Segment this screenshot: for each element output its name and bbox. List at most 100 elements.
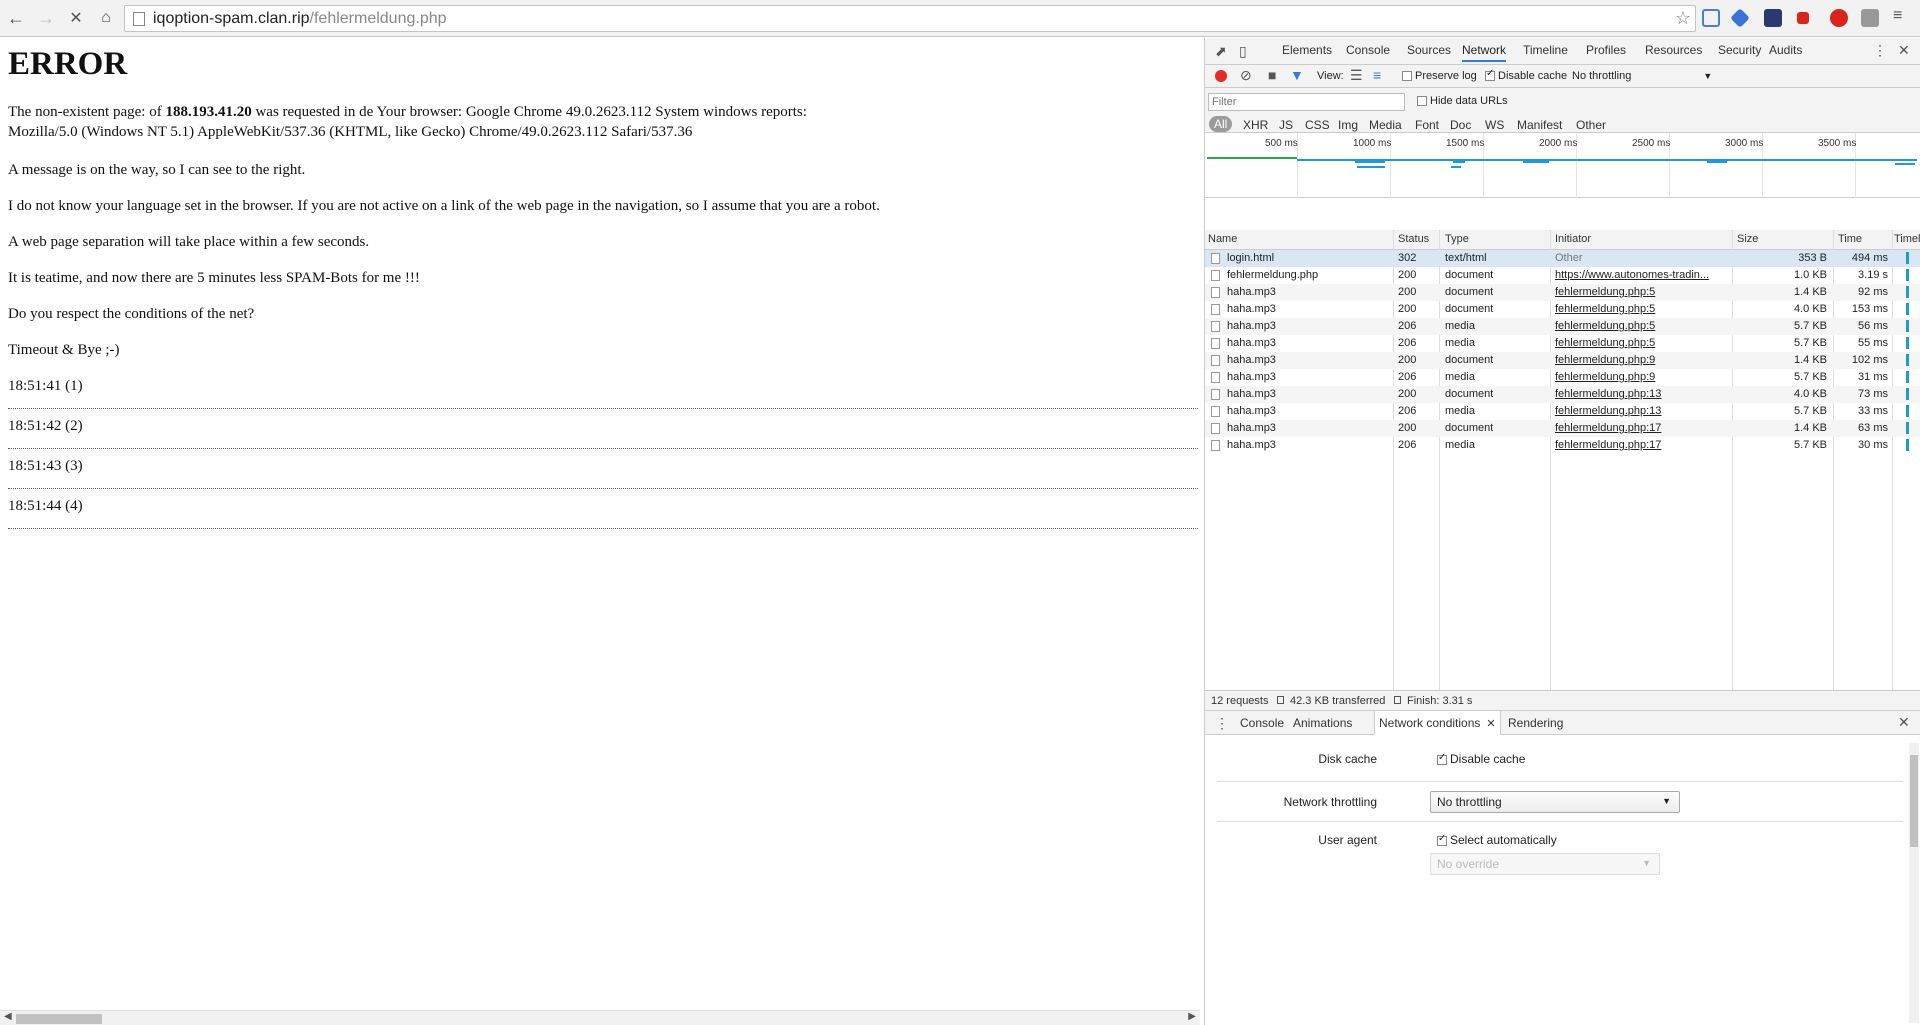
checkbox-icon[interactable] — [1402, 71, 1412, 82]
disable-cache-checkbox[interactable]: Disable cache — [1485, 68, 1567, 82]
request-initiator-link[interactable]: https://www.autonomes-tradin... — [1555, 269, 1727, 281]
request-initiator-link[interactable]: fehlermeldung.php:5 — [1555, 337, 1727, 349]
tab-resources[interactable]: Resources — [1645, 43, 1702, 57]
close-icon[interactable]: ✕ — [1898, 42, 1910, 59]
filter-icon[interactable]: ▼ — [1290, 67, 1304, 83]
forward-arrow-icon[interactable]: → — [32, 4, 60, 32]
column-initiator[interactable]: Initiator — [1555, 233, 1591, 245]
stop-icon[interactable]: ✕ — [62, 4, 90, 32]
tab-audits[interactable]: Audits — [1769, 43, 1802, 57]
type-filter-css[interactable]: CSS — [1305, 118, 1330, 132]
checkbox-icon[interactable] — [1437, 833, 1447, 846]
drawer-tab-animations[interactable]: Animations — [1293, 716, 1352, 730]
tab-timeline[interactable]: Timeline — [1523, 43, 1568, 57]
request-row[interactable]: haha.mp3 206 media fehlermeldung.php:9 5… — [1205, 369, 1920, 386]
address-bar[interactable]: iqoption-spam.clan.rip/fehlermeldung.php… — [124, 5, 1696, 32]
checkbox-icon[interactable] — [1485, 68, 1495, 82]
scroll-right-icon[interactable]: ▶ — [1188, 1011, 1196, 1022]
request-row[interactable]: haha.mp3 200 document fehlermeldung.php:… — [1205, 420, 1920, 437]
adblock-icon[interactable] — [1830, 9, 1848, 27]
type-filter-js[interactable]: JS — [1279, 118, 1293, 132]
drawer-tab-network-conditions[interactable]: Network conditions ✕ — [1374, 711, 1501, 735]
tab-console[interactable]: Console — [1346, 43, 1390, 57]
column-name[interactable]: Name — [1208, 233, 1237, 245]
type-filter-font[interactable]: Font — [1415, 118, 1439, 132]
tab-security[interactable]: Security — [1718, 43, 1761, 57]
extension-icon-1[interactable] — [1702, 9, 1720, 27]
request-row[interactable]: fehlermeldung.php 200 document https://w… — [1205, 267, 1920, 284]
request-row[interactable]: haha.mp3 200 document fehlermeldung.php:… — [1205, 301, 1920, 318]
extension-icon-2[interactable] — [1730, 8, 1750, 28]
horizontal-scrollbar[interactable]: ◀ ▶ — [0, 1010, 1200, 1025]
overview-icon[interactable]: ≡ — [1373, 67, 1381, 83]
more-icon[interactable]: ⋮ — [1873, 42, 1887, 59]
column-timeline[interactable]: Timeline — [1894, 233, 1920, 245]
drawer-menu-icon[interactable]: ⋮ — [1215, 715, 1229, 732]
throttling-select[interactable]: No throttling ▼ — [1572, 70, 1712, 82]
tab-elements[interactable]: Elements — [1282, 43, 1332, 57]
request-row[interactable]: haha.mp3 200 document fehlermeldung.php:… — [1205, 352, 1920, 369]
close-drawer-icon[interactable]: ✕ — [1898, 714, 1910, 731]
record-icon[interactable] — [1215, 70, 1227, 82]
drawer-tab-rendering[interactable]: Rendering — [1508, 716, 1563, 730]
home-icon[interactable]: ⌂ — [92, 4, 120, 32]
request-initiator-link[interactable]: fehlermeldung.php:17 — [1555, 422, 1727, 434]
scroll-thumb[interactable] — [16, 1014, 102, 1024]
extension-icon-3[interactable] — [1764, 9, 1782, 27]
request-initiator-link[interactable]: fehlermeldung.php:5 — [1555, 303, 1727, 315]
menu-icon[interactable]: ≡ — [1893, 8, 1907, 24]
preserve-log-checkbox[interactable]: Preserve log — [1402, 70, 1477, 82]
close-tab-icon[interactable]: ✕ — [1486, 718, 1495, 730]
request-row[interactable]: haha.mp3 206 media fehlermeldung.php:13 … — [1205, 403, 1920, 420]
network-overview[interactable]: 500 ms 1000 ms 1500 ms 2000 ms 2500 ms 3… — [1205, 133, 1920, 198]
hide-data-urls-checkbox[interactable]: Hide data URLs — [1417, 95, 1508, 107]
large-rows-icon[interactable]: ☰ — [1350, 67, 1363, 84]
type-filter-other[interactable]: Other — [1576, 118, 1606, 132]
camera-icon[interactable]: ■ — [1268, 67, 1276, 83]
type-filter-ws[interactable]: WS — [1485, 118, 1504, 132]
user-agent-override-select[interactable]: No override ▼ — [1430, 853, 1660, 875]
type-filter-manifest[interactable]: Manifest — [1517, 118, 1562, 132]
request-row[interactable]: haha.mp3 200 document fehlermeldung.php:… — [1205, 386, 1920, 403]
inspect-icon[interactable]: ⬈ — [1215, 43, 1227, 60]
type-filter-xhr[interactable]: XHR — [1243, 118, 1268, 132]
checkbox-icon[interactable] — [1417, 96, 1427, 107]
request-initiator-link[interactable]: fehlermeldung.php:17 — [1555, 439, 1727, 451]
request-row[interactable]: login.html 302 text/html Other 353 B 494… — [1205, 250, 1920, 267]
request-row[interactable]: haha.mp3 206 media fehlermeldung.php:17 … — [1205, 437, 1920, 454]
request-row[interactable]: haha.mp3 206 media fehlermeldung.php:5 5… — [1205, 335, 1920, 352]
network-throttling-select[interactable]: No throttling ▼ — [1430, 791, 1680, 813]
request-initiator-link[interactable]: fehlermeldung.php:9 — [1555, 354, 1727, 366]
tab-network[interactable]: Network — [1462, 43, 1507, 62]
request-initiator-link[interactable]: fehlermeldung.php:13 — [1555, 388, 1727, 400]
extension-icon-6[interactable] — [1861, 9, 1879, 27]
scroll-thumb[interactable] — [1910, 755, 1918, 847]
flag-icon[interactable] — [1797, 12, 1809, 24]
type-filter-img[interactable]: Img — [1338, 118, 1358, 132]
checkbox-icon[interactable] — [1437, 752, 1447, 765]
request-initiator-link[interactable]: fehlermeldung.php:5 — [1555, 320, 1727, 332]
drawer-scrollbar[interactable] — [1909, 743, 1919, 1023]
type-filter-media[interactable]: Media — [1369, 118, 1402, 132]
type-filter-doc[interactable]: Doc — [1450, 118, 1471, 132]
device-mode-icon[interactable]: ▯ — [1239, 43, 1247, 60]
column-size[interactable]: Size — [1737, 233, 1758, 245]
request-initiator-link[interactable]: fehlermeldung.php:5 — [1555, 286, 1727, 298]
tab-profiles[interactable]: Profiles — [1586, 43, 1626, 57]
filter-input[interactable] — [1208, 93, 1405, 111]
column-status[interactable]: Status — [1398, 233, 1429, 245]
disable-cache-toggle[interactable]: Disable cache — [1437, 752, 1525, 766]
column-type[interactable]: Type — [1445, 233, 1469, 245]
column-time[interactable]: Time — [1838, 233, 1862, 245]
back-arrow-icon[interactable]: ← — [2, 4, 30, 32]
request-row[interactable]: haha.mp3 200 document fehlermeldung.php:… — [1205, 284, 1920, 301]
scroll-left-icon[interactable]: ◀ — [4, 1011, 12, 1022]
drawer-tab-console[interactable]: Console — [1240, 716, 1284, 730]
select-automatically-toggle[interactable]: Select automatically — [1437, 833, 1557, 847]
clear-icon[interactable]: ⊘ — [1240, 67, 1252, 84]
request-initiator-link[interactable]: fehlermeldung.php:9 — [1555, 371, 1727, 383]
request-row[interactable]: haha.mp3 206 media fehlermeldung.php:5 5… — [1205, 318, 1920, 335]
request-initiator-link[interactable]: fehlermeldung.php:13 — [1555, 405, 1727, 417]
type-filter-all[interactable]: All — [1209, 116, 1233, 132]
tab-sources[interactable]: Sources — [1407, 43, 1451, 57]
